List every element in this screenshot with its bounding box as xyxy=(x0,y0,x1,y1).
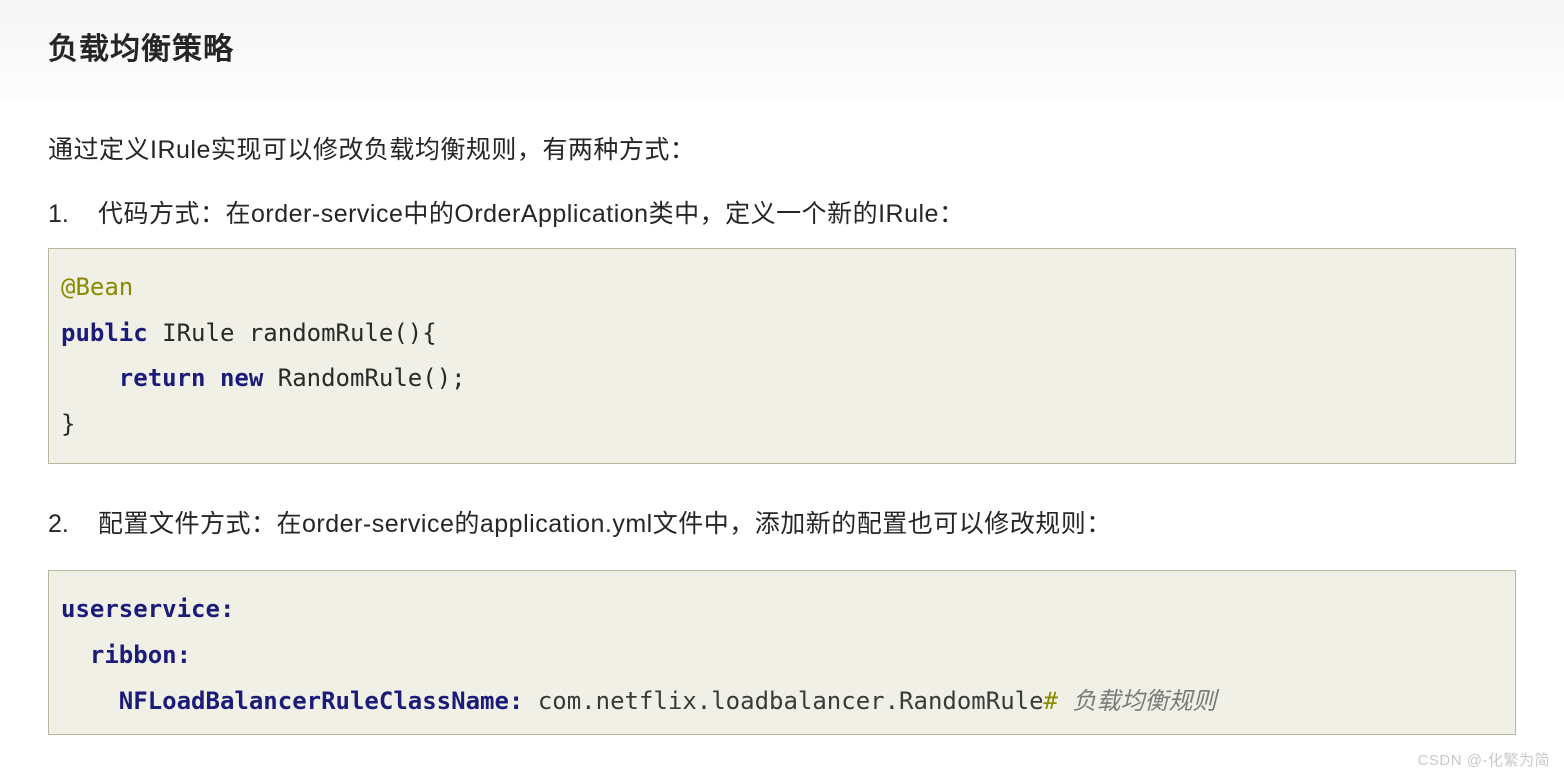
list-text: 代码方式：在order-service中的OrderApplication类中，… xyxy=(98,194,964,230)
list-item-2: 2. 配置文件方式：在order-service的application.yml… xyxy=(48,504,1516,540)
yaml-key-2: ribbon: xyxy=(90,641,191,669)
list-item-1: 1. 代码方式：在order-service中的OrderApplication… xyxy=(48,194,1516,230)
intro-text: 通过定义IRule实现可以修改负载均衡规则，有两种方式： xyxy=(48,130,1516,166)
yaml-value: com.netflix.loadbalancer.RandomRule xyxy=(523,687,1043,715)
code-block-java: @Bean public IRule randomRule(){ return … xyxy=(48,248,1516,464)
code-keyword-public: public xyxy=(61,319,148,347)
watermark: CSDN @-化繁为简 xyxy=(1418,749,1550,770)
code-close-brace: } xyxy=(61,410,75,438)
code-keyword-return: return xyxy=(119,364,206,392)
code-keyword-new: new xyxy=(220,364,263,392)
code-signature: IRule randomRule(){ xyxy=(148,319,437,347)
code-block-yaml: userservice: ribbon: NFLoadBalancerRuleC… xyxy=(48,570,1516,735)
list-text: 配置文件方式：在order-service的application.yml文件中… xyxy=(98,504,1112,540)
yaml-comment: 负载均衡规则 xyxy=(1058,687,1216,715)
list-number: 1. xyxy=(48,200,98,229)
code-constructor: RandomRule(); xyxy=(263,364,465,392)
yaml-key-3: NFLoadBalancerRuleClassName: xyxy=(119,687,524,715)
code-annotation: @Bean xyxy=(61,273,133,301)
list-number: 2. xyxy=(48,510,98,539)
page-title: 负载均衡策略 xyxy=(48,24,1516,68)
yaml-key-1: userservice: xyxy=(61,595,234,623)
content-region: 通过定义IRule实现可以修改负载均衡规则，有两种方式： 1. 代码方式：在or… xyxy=(0,100,1564,735)
yaml-hash: # xyxy=(1044,687,1058,715)
header-region: 负载均衡策略 xyxy=(0,0,1564,100)
